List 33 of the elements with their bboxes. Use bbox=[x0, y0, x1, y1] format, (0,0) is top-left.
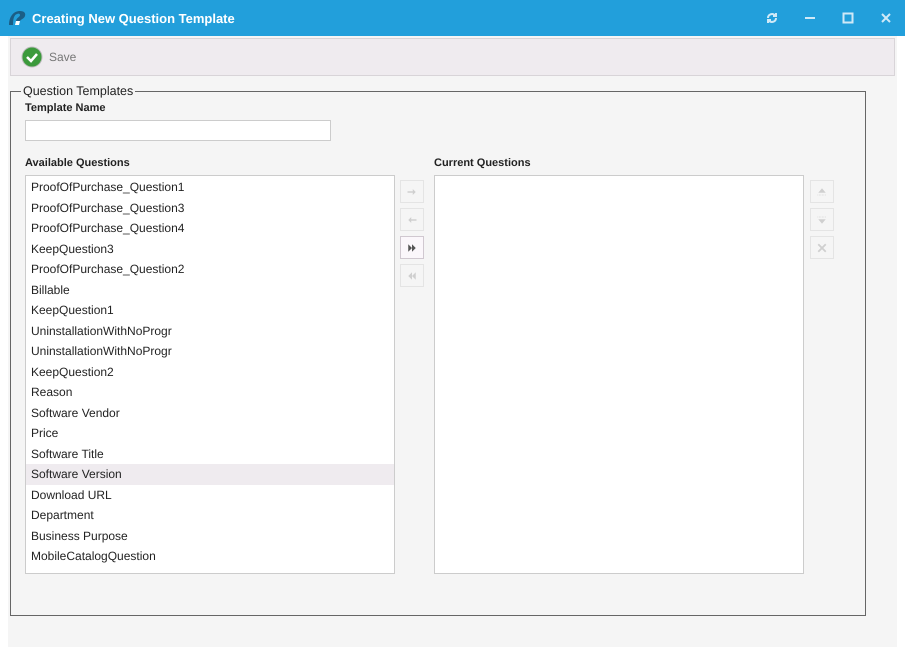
list-item[interactable]: KeepQuestion1 bbox=[26, 300, 394, 320]
list-item[interactable]: Business Purpose bbox=[26, 526, 394, 546]
double-chevron-right-icon bbox=[406, 242, 418, 254]
list-item[interactable]: KeepQuestion3 bbox=[26, 238, 394, 259]
add-all-button[interactable] bbox=[400, 236, 424, 259]
triangle-up-icon bbox=[816, 186, 828, 198]
list-label: Current Questions bbox=[434, 157, 532, 169]
list-item[interactable]: Price bbox=[26, 423, 394, 444]
window-title: Creating New Question Template bbox=[32, 10, 236, 26]
list-item[interactable]: Billable bbox=[26, 280, 394, 300]
list-item[interactable]: Reason bbox=[26, 382, 394, 402]
list-item[interactable]: UninstallationWithNoProgr bbox=[26, 320, 394, 341]
close-icon bbox=[816, 242, 828, 254]
list-item[interactable]: Software Version bbox=[26, 464, 394, 484]
list-item[interactable]: UninstallationWithNoProgr bbox=[26, 341, 394, 362]
list-item[interactable]: Software Title bbox=[26, 444, 394, 464]
list-item[interactable]: Software Vendor bbox=[26, 402, 394, 423]
list-item[interactable]: ProofOfPurchase_Question2 bbox=[26, 259, 394, 280]
list-item[interactable]: ProofOfPurchase_Question4 bbox=[26, 218, 394, 238]
double-chevron-left-icon bbox=[406, 270, 418, 282]
checkmark-icon bbox=[21, 46, 43, 68]
input-field[interactable] bbox=[25, 120, 331, 141]
list-item[interactable]: KeepQuestion2 bbox=[26, 362, 394, 382]
triangle-down-icon bbox=[816, 214, 828, 226]
list-item[interactable]: MobileCatalogQuestion bbox=[26, 546, 394, 566]
list-item[interactable]: ProofOfPurchase_Question1 bbox=[26, 177, 394, 198]
field-label: Template Name bbox=[25, 102, 106, 114]
group-title: Question Templates bbox=[22, 84, 134, 98]
list-item[interactable]: ProofOfPurchase_Question3 bbox=[26, 198, 394, 218]
list-item[interactable]: Download URL bbox=[26, 484, 394, 505]
list-item[interactable]: Department bbox=[26, 505, 394, 526]
list-label: Available Questions bbox=[25, 157, 131, 169]
app-logo-icon bbox=[8, 10, 26, 26]
